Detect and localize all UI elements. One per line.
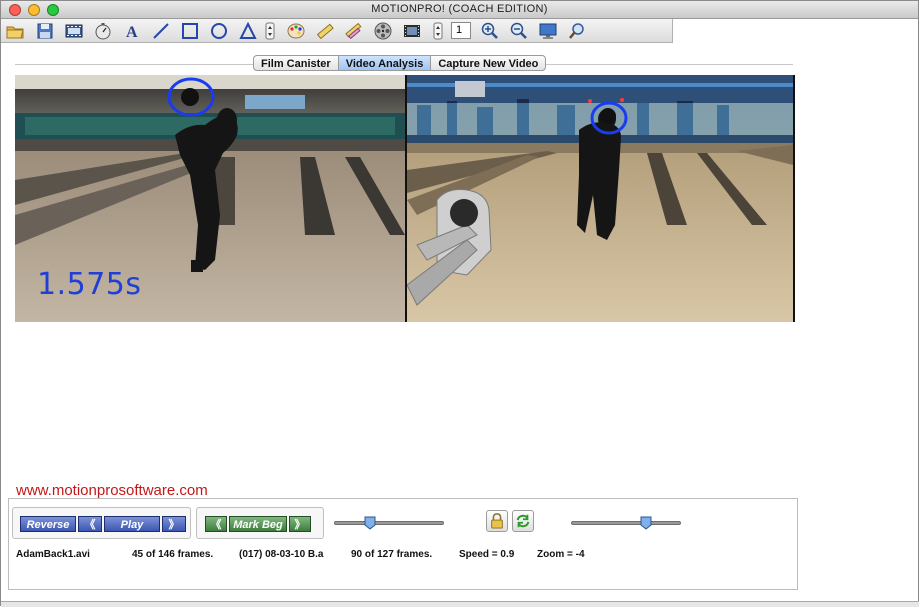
right-video-position-slider[interactable] (571, 516, 681, 530)
zoom-out-icon[interactable] (508, 21, 530, 41)
elapsed-time-readout: 1.575s (37, 267, 142, 302)
circle-tool-icon[interactable] (208, 21, 230, 41)
fast-forward-button[interactable]: 》 (162, 516, 186, 532)
window-bottom-edge (1, 601, 919, 607)
ruler-multi-icon[interactable] (343, 21, 365, 41)
sync-button[interactable] (512, 510, 534, 532)
tab-capture-new-video[interactable]: Capture New Video (431, 56, 545, 70)
mark-begin-button[interactable]: Mark Beg (229, 516, 287, 532)
svg-text:A: A (126, 24, 138, 40)
rewind-button[interactable]: 《 (78, 516, 102, 532)
app-window: MOTIONPRO! (COACH EDITION) A 1 Film Cani… (0, 0, 919, 607)
mark-controls: 《 Mark Beg 》 (196, 507, 324, 539)
tab-bar: Film Canister Video Analysis Capture New… (253, 55, 547, 71)
right-frame-counter: 90 of 127 frames. (351, 549, 433, 560)
website-url[interactable]: www.motionprosoftware.com (16, 482, 208, 499)
lock-icon (491, 513, 503, 529)
left-file-name: AdamBack1.avi (16, 549, 90, 560)
text-tool-icon[interactable]: A (121, 21, 143, 41)
stepper-icon[interactable] (431, 21, 445, 41)
play-button[interactable]: Play (104, 516, 160, 532)
line-tool-icon[interactable] (150, 21, 172, 41)
mark-previous-button[interactable]: 《 (205, 516, 227, 532)
transport-controls: Reverse 《 Play 》 (12, 507, 191, 539)
slider-track (571, 521, 681, 525)
film-frame-icon[interactable] (401, 21, 423, 41)
save-icon[interactable] (34, 21, 56, 41)
mark-next-button[interactable]: 》 (289, 516, 311, 532)
video-frame-right[interactable] (407, 75, 793, 322)
speed-readout: Speed = 0.9 (459, 549, 515, 560)
film-reel-icon[interactable] (372, 21, 394, 41)
frame-step-field[interactable]: 1 (451, 22, 471, 39)
reverse-button[interactable]: Reverse (20, 516, 76, 532)
lock-button[interactable] (486, 510, 508, 532)
magnifier-icon[interactable] (566, 21, 588, 41)
ruler-icon[interactable] (314, 21, 336, 41)
window-title: MOTIONPRO! (COACH EDITION) (371, 3, 548, 15)
toolbar: A 1 (1, 19, 673, 43)
sync-icon (516, 514, 530, 528)
zoom-in-icon[interactable] (479, 21, 501, 41)
right-file-name: (017) 08-03-10 B.a (239, 549, 324, 560)
zoom-readout: Zoom = -4 (537, 549, 585, 560)
color-palette-icon[interactable] (285, 21, 307, 41)
triangle-tool-icon[interactable] (237, 21, 259, 41)
stepper-icon[interactable] (263, 21, 277, 41)
tab-film-canister[interactable]: Film Canister (254, 56, 339, 70)
film-strip-icon[interactable] (63, 21, 85, 41)
slider-thumb[interactable] (364, 516, 376, 530)
slider-track (334, 521, 444, 525)
folder-open-icon[interactable] (4, 21, 26, 41)
rectangle-tool-icon[interactable] (179, 21, 201, 41)
left-frame-counter: 45 of 146 frames. (132, 549, 214, 560)
monitor-icon[interactable] (537, 21, 559, 41)
left-video-position-slider[interactable] (334, 516, 444, 530)
title-bar: MOTIONPRO! (COACH EDITION) (1, 1, 918, 19)
tab-video-analysis[interactable]: Video Analysis (338, 56, 432, 70)
slider-thumb[interactable] (640, 516, 652, 530)
stopwatch-icon[interactable] (92, 21, 114, 41)
